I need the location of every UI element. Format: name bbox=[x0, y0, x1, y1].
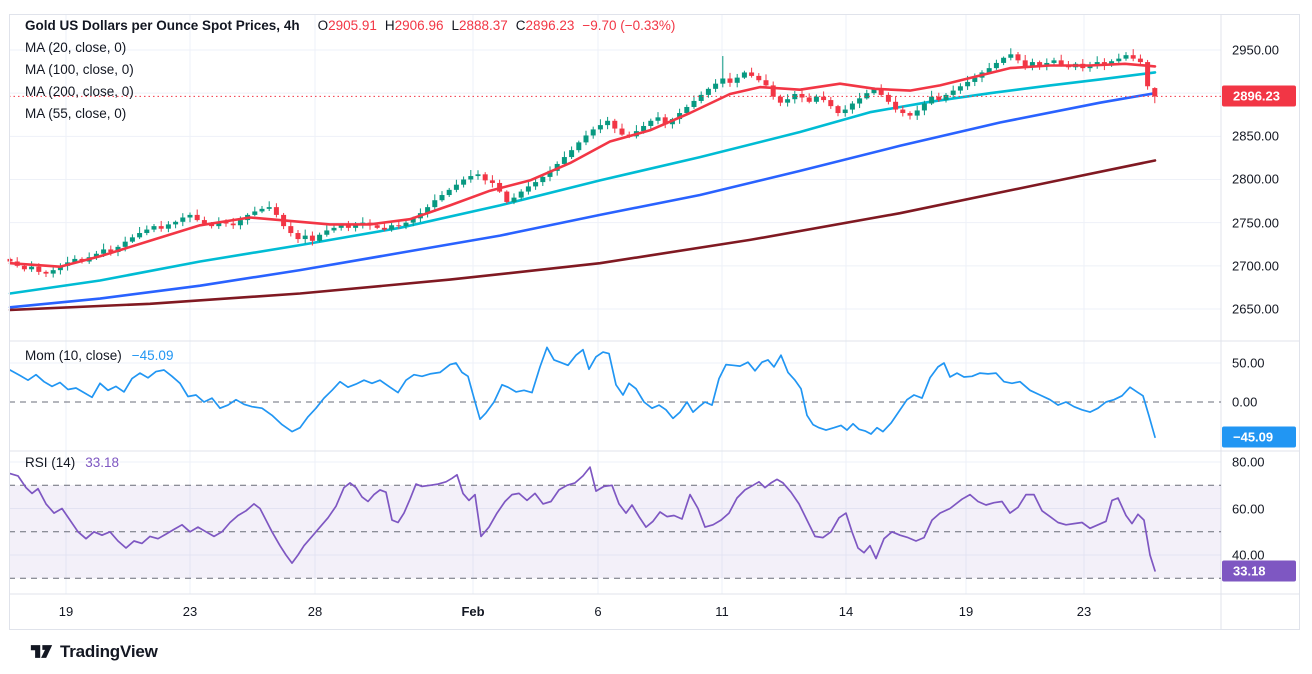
open-label: O bbox=[318, 18, 329, 33]
time-tick-label: 23 bbox=[1077, 604, 1091, 619]
rsi-pane[interactable] bbox=[9, 452, 1221, 594]
symbol-title: Gold US Dollars per Ounce Spot Prices, 4… bbox=[25, 18, 300, 33]
momentum-legend-value: −45.09 bbox=[132, 348, 174, 363]
rsi-tick-label: 60.00 bbox=[1232, 501, 1265, 516]
price-tick-label: 2850.00 bbox=[1232, 129, 1279, 144]
high-label: H bbox=[385, 18, 395, 33]
ma200-legend[interactable]: MA (200, close, 0) bbox=[25, 84, 134, 99]
price-tick-label: 2950.00 bbox=[1232, 43, 1279, 58]
rsi-value-badge: 33.18 bbox=[1222, 560, 1296, 581]
rsi-legend-value: 33.18 bbox=[85, 455, 119, 470]
last-price-badge: 2896.23 bbox=[1222, 86, 1296, 107]
high-value: 2906.96 bbox=[395, 18, 444, 33]
time-tick-label: 6 bbox=[594, 604, 601, 619]
close-value: 2896.23 bbox=[526, 18, 575, 33]
ma55-legend[interactable]: MA (55, close, 0) bbox=[25, 106, 126, 121]
time-tick-label: Feb bbox=[461, 604, 484, 619]
time-tick-label: 23 bbox=[183, 604, 197, 619]
ma100-legend[interactable]: MA (100, close, 0) bbox=[25, 62, 134, 77]
tradingview-wordmark: TradingView bbox=[60, 642, 158, 662]
open-value: 2905.91 bbox=[328, 18, 377, 33]
time-tick-label: 11 bbox=[715, 604, 729, 619]
main-price-pane[interactable] bbox=[9, 14, 1221, 341]
ma20-legend[interactable]: MA (20, close, 0) bbox=[25, 40, 126, 55]
time-tick-label: 28 bbox=[308, 604, 322, 619]
time-tick-label: 14 bbox=[839, 604, 853, 619]
low-label: L bbox=[451, 18, 459, 33]
time-tick-label: 19 bbox=[959, 604, 973, 619]
low-value: 2888.37 bbox=[459, 18, 508, 33]
momentum-tick-label: 50.00 bbox=[1232, 356, 1265, 371]
momentum-legend-label: Mom (10, close) bbox=[25, 348, 122, 363]
rsi-tick-label: 80.00 bbox=[1232, 455, 1265, 470]
price-tick-label: 2800.00 bbox=[1232, 172, 1279, 187]
tradingview-chart-window: Gold US Dollars per Ounce Spot Prices, 4… bbox=[0, 0, 1312, 674]
price-tick-label: 2700.00 bbox=[1232, 258, 1279, 273]
tradingview-logo-icon bbox=[30, 641, 53, 662]
momentum-tick-label: 0.00 bbox=[1232, 395, 1257, 410]
momentum-legend[interactable]: Mom (10, close) −45.09 bbox=[25, 348, 173, 363]
tradingview-logo[interactable]: TradingView bbox=[30, 641, 158, 662]
time-tick-label: 19 bbox=[59, 604, 73, 619]
change-value: −9.70 (−0.33%) bbox=[582, 18, 675, 33]
close-label: C bbox=[516, 18, 526, 33]
price-tick-label: 2750.00 bbox=[1232, 215, 1279, 230]
symbol-header[interactable]: Gold US Dollars per Ounce Spot Prices, 4… bbox=[25, 18, 675, 33]
momentum-pane[interactable] bbox=[9, 341, 1221, 451]
rsi-legend[interactable]: RSI (14) 33.18 bbox=[25, 455, 119, 470]
momentum-value-badge: −45.09 bbox=[1222, 427, 1296, 448]
price-tick-label: 2650.00 bbox=[1232, 301, 1279, 316]
rsi-legend-label: RSI (14) bbox=[25, 455, 75, 470]
